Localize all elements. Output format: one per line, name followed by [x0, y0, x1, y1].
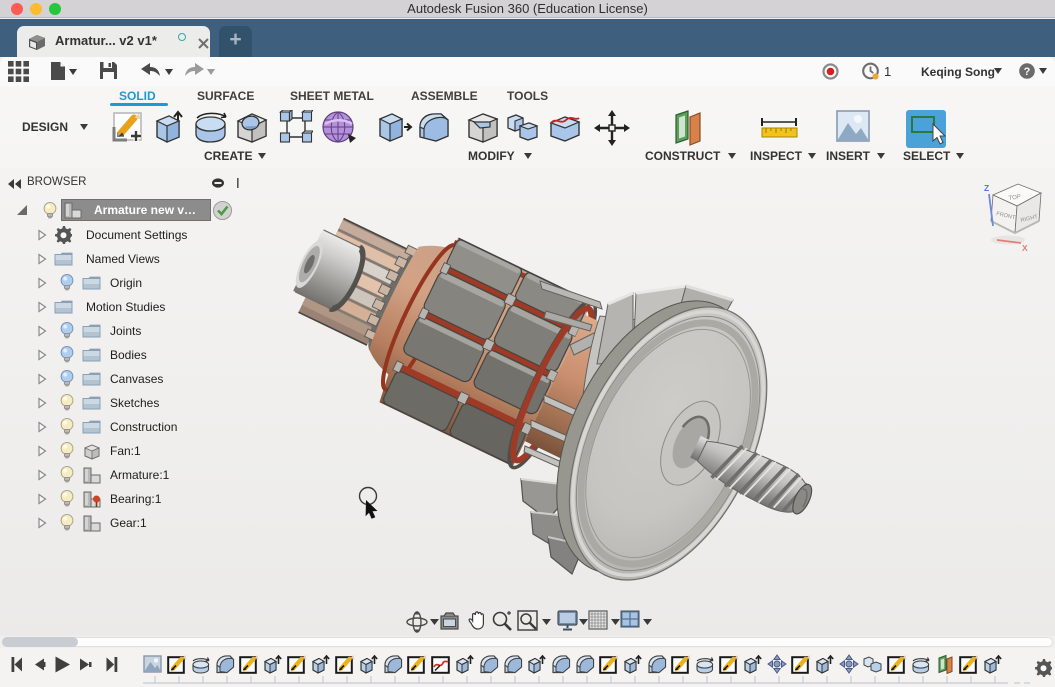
svg-text:?: ?: [1024, 66, 1031, 78]
svg-text:X: X: [1022, 243, 1028, 253]
svg-text:Z: Z: [984, 183, 989, 193]
